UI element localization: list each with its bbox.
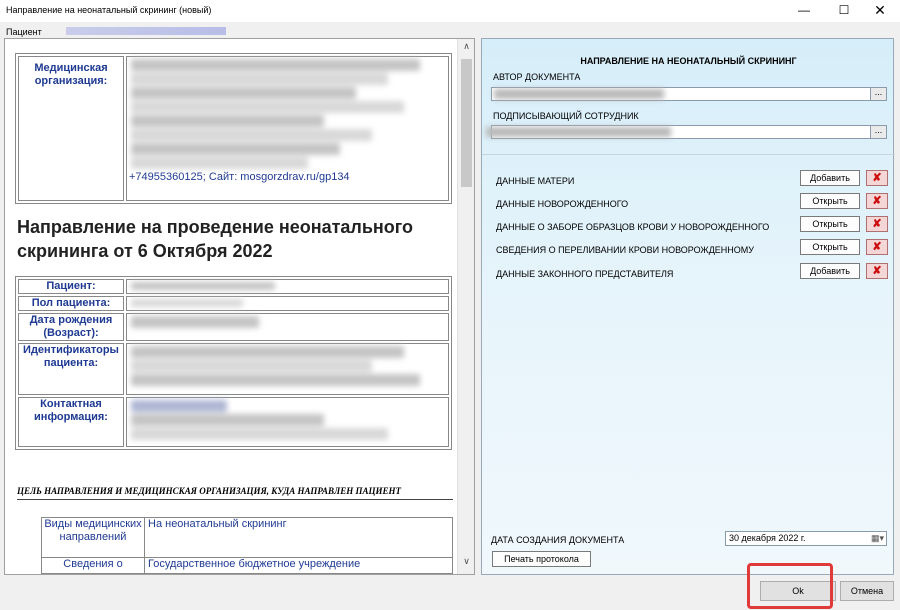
patient-row: Пол пациента: <box>18 296 124 311</box>
date-picker[interactable]: 30 декабря 2022 г. ▦▾ <box>725 531 887 546</box>
delete-icon[interactable]: ✘ <box>866 193 888 209</box>
delete-icon[interactable]: ✘ <box>866 263 888 279</box>
open-newborn-button[interactable]: Открыть <box>800 193 860 209</box>
print-protocol-button[interactable]: Печать протокола <box>492 551 591 567</box>
form-title: НАПРАВЛЕНИЕ НА НЕОНАТАЛЬНЫЙ СКРИНИНГ <box>580 56 797 66</box>
cancel-button[interactable]: Отмена <box>840 581 894 601</box>
title-bar: Направление на неонатальный скрининг (но… <box>0 0 900 22</box>
patient-info-table: Пациент: Пол пациента: Дата рождения (Во… <box>15 276 452 450</box>
scroll-down-icon[interactable]: ∨ <box>458 556 474 572</box>
maximize-button[interactable]: ☐ <box>826 0 862 22</box>
scroll-up-icon[interactable]: ∧ <box>458 41 474 57</box>
document-heading: Направление на проведение неонатального … <box>17 217 414 261</box>
open-blood-sampling-button[interactable]: Открыть <box>800 216 860 232</box>
delete-icon[interactable]: ✘ <box>866 170 888 186</box>
section-row-mother: ДАННЫЕ МАТЕРИ Добавить ✘ <box>496 170 888 190</box>
section-heading: ЦЕЛЬ НАПРАВЛЕНИЯ И МЕДИЦИНСКАЯ ОРГАНИЗАЦ… <box>17 486 453 500</box>
patient-row: Идентификаторы пациента: <box>18 343 124 395</box>
signer-field[interactable]: ... <box>486 125 887 139</box>
med-org-value-cell: +74955360125; Сайт: mosgorzdrav.ru/gp134 <box>126 56 449 201</box>
author-lookup-button[interactable]: ... <box>870 88 886 100</box>
open-transfusion-button[interactable]: Открыть <box>800 239 860 255</box>
date-value: 30 декабря 2022 г. <box>729 533 806 543</box>
author-redacted <box>494 89 664 99</box>
direction-table: Виды медицинских направлений На неонатал… <box>41 517 453 574</box>
table-row: Сведения о Государственное бюджетное учр… <box>41 557 453 574</box>
divider <box>482 154 895 155</box>
patient-row: Контактная информация: <box>18 397 124 447</box>
patient-name-redacted <box>66 27 226 35</box>
date-label: ДАТА СОЗДАНИЯ ДОКУМЕНТА <box>491 535 625 545</box>
delete-icon[interactable]: ✘ <box>866 239 888 255</box>
minimize-button[interactable]: — <box>786 0 822 22</box>
vertical-scrollbar[interactable]: ∧ ∨ <box>457 39 474 574</box>
med-org-label: Медицинская организация: <box>34 62 108 87</box>
med-org-contact: +74955360125; Сайт: mosgorzdrav.ru/gp134 <box>129 171 350 183</box>
signer-label: ПОДПИСЫВАЮЩИЙ СОТРУДНИК <box>493 111 639 121</box>
author-field[interactable]: ... <box>491 87 887 101</box>
scroll-thumb[interactable] <box>461 59 472 187</box>
patient-row: Дата рождения (Возраст): <box>18 313 124 341</box>
med-org-label-cell: Медицинская организация: <box>18 56 124 201</box>
add-representative-button[interactable]: Добавить <box>800 263 860 279</box>
delete-icon[interactable]: ✘ <box>866 216 888 232</box>
med-org-redacted <box>127 59 448 169</box>
section-row-newborn: ДАННЫЕ НОВОРОЖДЕННОГО Открыть ✘ <box>496 193 888 213</box>
patient-label: Пациент <box>6 27 42 37</box>
signer-lookup-button[interactable]: ... <box>870 126 886 138</box>
signer-redacted <box>486 127 671 137</box>
section-row-representative: ДАННЫЕ ЗАКОННОГО ПРЕДСТАВИТЕЛЯ Добавить … <box>496 263 888 283</box>
section-row-blood-sampling: ДАННЫЕ О ЗАБОРЕ ОБРАЗЦОВ КРОВИ У НОВОРОЖ… <box>496 216 888 236</box>
window-title: Направление на неонатальный скрининг (но… <box>6 5 212 15</box>
table-row: Виды медицинских направлений На неонатал… <box>41 517 453 558</box>
patient-row: Пациент: <box>18 279 124 294</box>
add-mother-button[interactable]: Добавить <box>800 170 860 186</box>
document-preview[interactable]: Медицинская организация: +74955360125; С… <box>4 38 475 575</box>
med-org-table: Медицинская организация: +74955360125; С… <box>15 53 452 204</box>
calendar-icon[interactable]: ▦▾ <box>871 532 884 545</box>
close-button[interactable]: ✕ <box>862 0 898 22</box>
form-panel: НАПРАВЛЕНИЕ НА НЕОНАТАЛЬНЫЙ СКРИНИНГ АВТ… <box>481 38 895 575</box>
section-row-transfusion: СВЕДЕНИЯ О ПЕРЕЛИВАНИИ КРОВИ НОВОРОЖДЕНН… <box>496 239 888 259</box>
author-label: АВТОР ДОКУМЕНТА <box>493 72 581 82</box>
ok-highlight <box>747 563 833 609</box>
